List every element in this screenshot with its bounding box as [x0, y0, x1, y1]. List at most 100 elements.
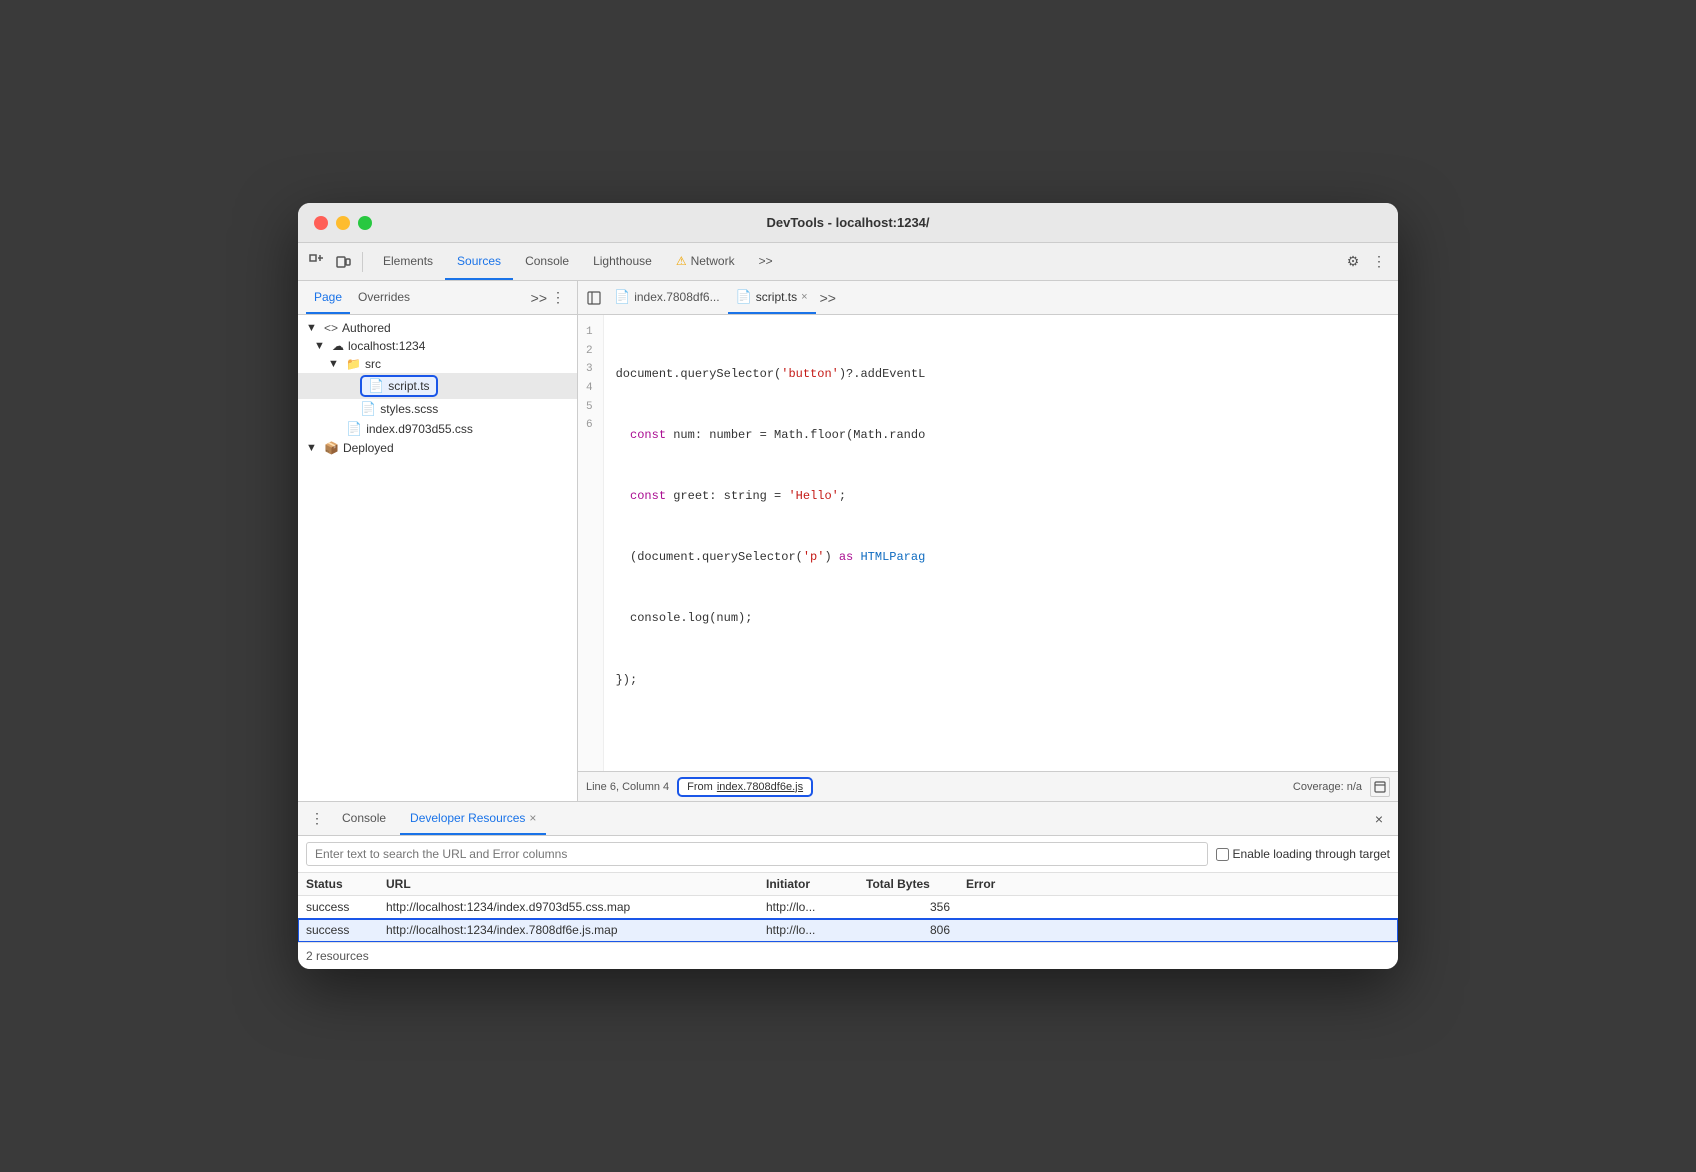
close-button[interactable] [314, 216, 328, 230]
source-from-label: From [687, 781, 713, 793]
coverage-label: Coverage: n/a [1293, 781, 1362, 793]
status-right: Coverage: n/a [1293, 777, 1390, 797]
bottom-panel-close-button[interactable]: × [1368, 808, 1390, 830]
col-header-status: Status [298, 873, 378, 896]
ts-file-icon: 📄 [368, 378, 384, 394]
row1-url: http://localhost:1234/index.d9703d55.css… [378, 896, 758, 919]
panel-more-icon[interactable]: >> [531, 290, 547, 306]
row1-initiator: http://lo... [758, 896, 858, 919]
css-file-icon: 📄 [346, 421, 362, 437]
tab-console-bottom[interactable]: Console [332, 802, 396, 835]
expand-icon: ▼ [314, 340, 328, 352]
expand-icon: ▼ [306, 322, 320, 334]
col-header-bytes: Total Bytes [858, 873, 958, 896]
code-line-3: const greet: string = 'Hello'; [616, 486, 1386, 506]
tab-sources[interactable]: Sources [445, 243, 513, 280]
tabs-more-button[interactable]: >> [820, 290, 836, 306]
panel-menu-button[interactable]: ⋮ [547, 289, 569, 306]
status-bar: Line 6, Column 4 From index.7808df6e.js … [578, 771, 1398, 801]
more-icon[interactable]: ⋮ [1368, 251, 1390, 273]
bottom-tabs: ⋮ Console Developer Resources × × [298, 802, 1398, 836]
toolbar-divider-1 [362, 252, 363, 272]
tab-developer-resources[interactable]: Developer Resources × [400, 802, 546, 835]
code-line-6: }); [616, 670, 1386, 690]
row2-status: success [298, 919, 378, 942]
tab-page[interactable]: Page [306, 281, 350, 314]
devtools-toolbar: Elements Sources Console Lighthouse ⚠ Ne… [298, 243, 1398, 281]
expand-icon: ▼ [328, 358, 342, 370]
resources-table: Status URL Initiator Total Bytes Error s… [298, 873, 1398, 942]
row2-error [958, 919, 1398, 942]
tab-lighthouse[interactable]: Lighthouse [581, 243, 664, 280]
search-bar: Enable loading through target [298, 836, 1398, 873]
folder-icon: 📁 [346, 357, 361, 371]
col-header-url: URL [378, 873, 758, 896]
tree-styles-scss[interactable]: 📄 styles.scss [298, 399, 577, 419]
table-row[interactable]: success http://localhost:1234/index.7808… [298, 919, 1398, 942]
maximize-button[interactable] [358, 216, 372, 230]
bottom-menu-button[interactable]: ⋮ [306, 810, 328, 827]
code-tabs: 📄 index.7808df6... 📄 script.ts × >> [578, 281, 1398, 315]
host-icon: ☁ [332, 339, 344, 353]
search-input[interactable] [306, 842, 1208, 866]
file-icon-script: 📄 [736, 289, 752, 305]
file-panel: Page Overrides >> ⋮ ▼ <> Authored ▼ ☁ [298, 281, 578, 801]
devtools-window: DevTools - localhost:1234/ Elements Sour… [298, 203, 1398, 969]
col-header-error: Error [958, 873, 1398, 896]
tab-network[interactable]: ⚠ Network [664, 243, 747, 280]
enable-loading-label: Enable loading through target [1216, 847, 1390, 861]
device-icon[interactable] [332, 251, 354, 273]
tab-close-button[interactable]: × [801, 291, 807, 303]
row2-initiator: http://lo... [758, 919, 858, 942]
tab-console[interactable]: Console [513, 243, 581, 280]
file-tree: ▼ <> Authored ▼ ☁ localhost:1234 ▼ 📁 src [298, 315, 577, 801]
coverage-icon-button[interactable] [1370, 777, 1390, 797]
row2-url: http://localhost:1234/index.7808df6e.js.… [378, 919, 758, 942]
tree-src[interactable]: ▼ 📁 src [298, 355, 577, 373]
minimize-button[interactable] [336, 216, 350, 230]
enable-loading-checkbox[interactable] [1216, 848, 1229, 861]
dev-resources-close-button[interactable]: × [529, 811, 536, 825]
main-content: Page Overrides >> ⋮ ▼ <> Authored ▼ ☁ [298, 281, 1398, 801]
row1-status: success [298, 896, 378, 919]
code-content[interactable]: document.querySelector('button')?.addEve… [604, 315, 1398, 771]
toggle-sidebar-button[interactable] [582, 286, 606, 310]
selected-file-highlight: 📄 script.ts [360, 375, 438, 397]
tree-localhost[interactable]: ▼ ☁ localhost:1234 [298, 337, 577, 355]
inspect-icon[interactable] [306, 251, 328, 273]
tab-script-ts[interactable]: 📄 script.ts × [728, 281, 816, 314]
bottom-panel: ⋮ Console Developer Resources × × Enable… [298, 801, 1398, 969]
code-line-2: const num: number = Math.floor(Math.rand… [616, 425, 1386, 445]
table-header: Status URL Initiator Total Bytes Error [298, 873, 1398, 896]
source-origin-box: From index.7808df6e.js [677, 777, 813, 797]
titlebar: DevTools - localhost:1234/ [298, 203, 1398, 243]
panel-tabs: Page Overrides >> ⋮ [298, 281, 577, 315]
window-controls [314, 216, 372, 230]
row1-error [958, 896, 1398, 919]
row1-bytes: 356 [858, 896, 958, 919]
code-panel: 📄 index.7808df6... 📄 script.ts × >> 1 2 … [578, 281, 1398, 801]
code-line-4: (document.querySelector('p') as HTMLPara… [616, 547, 1386, 567]
expand-icon: ▼ [306, 442, 320, 454]
code-area: 1 2 3 4 5 6 document.querySelector('butt… [578, 315, 1398, 771]
tree-deployed[interactable]: ▼ 📦 Deployed [298, 439, 577, 457]
deployed-icon: 📦 [324, 441, 339, 455]
toolbar-tabs: Elements Sources Console Lighthouse ⚠ Ne… [371, 243, 785, 280]
tab-overrides[interactable]: Overrides [350, 281, 418, 314]
cursor-position: Line 6, Column 4 [586, 781, 669, 793]
window-title: DevTools - localhost:1234/ [766, 215, 929, 230]
authored-icon: <> [324, 321, 338, 335]
tree-authored[interactable]: ▼ <> Authored [298, 319, 577, 337]
settings-icon[interactable]: ⚙ [1342, 251, 1364, 273]
col-header-initiator: Initiator [758, 873, 858, 896]
tab-elements[interactable]: Elements [371, 243, 445, 280]
tree-script-ts[interactable]: 📄 script.ts [298, 373, 577, 399]
row2-bytes: 806 [858, 919, 958, 942]
tab-more[interactable]: >> [747, 243, 785, 280]
tree-index-css[interactable]: 📄 index.d9703d55.css [298, 419, 577, 439]
source-file-link[interactable]: index.7808df6e.js [717, 781, 803, 793]
resources-count: 2 resources [298, 942, 1398, 969]
code-line-1: document.querySelector('button')?.addEve… [616, 364, 1386, 384]
table-row[interactable]: success http://localhost:1234/index.d970… [298, 896, 1398, 919]
tab-index-js[interactable]: 📄 index.7808df6... [606, 281, 728, 314]
